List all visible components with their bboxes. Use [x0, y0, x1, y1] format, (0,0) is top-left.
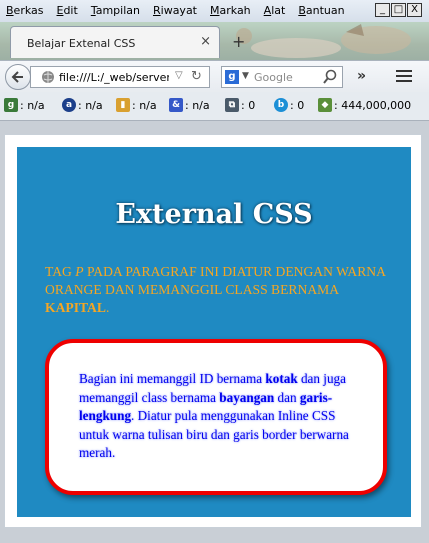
box-id-kotak: kotak: [265, 371, 298, 386]
maximize-button[interactable]: □: [391, 3, 406, 17]
paragraph-text: PADA PARAGRAF INI DIATUR DENGAN WARNA OR…: [45, 264, 386, 297]
menu-bar: Berkas Edit Tampilan Riwayat Markah Alat…: [0, 0, 429, 22]
box-class-bayangan: bayangan: [219, 389, 275, 405]
search-icon[interactable]: [322, 69, 338, 85]
addon-bar: g : n/a a : n/a ▮ : n/a & : n/a ⧉ : 0 b …: [0, 92, 429, 121]
menu-berkas[interactable]: Berkas: [6, 4, 44, 17]
menu-markah[interactable]: Markah: [210, 4, 251, 17]
paragraph-text: TAG: [45, 264, 76, 279]
menu-bantuan[interactable]: Bantuan: [298, 4, 344, 17]
search-input[interactable]: Google: [254, 71, 293, 84]
box-text: Bagian ini memanggil ID bernama: [79, 371, 266, 386]
url-text[interactable]: file:///L:/_web/server2: [59, 71, 169, 84]
rank-icon: ◆: [318, 98, 332, 112]
overflow-chevron-button[interactable]: »: [357, 68, 366, 84]
paragraph-text: .: [105, 300, 110, 315]
addon-stats[interactable]: ▮ : n/a: [116, 98, 157, 112]
addon-backlink[interactable]: ⧉ : 0: [225, 98, 255, 112]
addon-value: : n/a: [20, 98, 45, 112]
alexa-icon: a: [62, 98, 76, 112]
addon-value: : n/a: [132, 98, 157, 112]
tab-close-icon[interactable]: ×: [200, 34, 211, 49]
addon-bing[interactable]: b : 0: [274, 98, 304, 112]
addon-alexa[interactable]: a : n/a: [62, 98, 103, 112]
back-button[interactable]: [5, 64, 31, 90]
menu-edit[interactable]: Edit: [57, 4, 78, 17]
backlink-icon: ⧉: [225, 98, 239, 112]
content-container: External CSS TAG P PADA PARAGRAF INI DIA…: [17, 147, 411, 517]
new-tab-button[interactable]: +: [232, 32, 245, 51]
tab-belajar-css[interactable]: Belajar Extenal CSS ×: [10, 26, 220, 58]
kotak-box: Bagian ini memanggil ID bernama kotak da…: [45, 339, 387, 495]
tab-title: Belajar Extenal CSS: [27, 37, 136, 50]
addon-value: : n/a: [185, 98, 210, 112]
history-dropdown-icon[interactable]: ▽: [175, 70, 183, 81]
addon-value: : 444,000,000: [334, 98, 412, 112]
globe-icon: [42, 71, 54, 83]
paragraph-class-kapital: KAPITAL: [45, 300, 106, 315]
menu-alat[interactable]: Alat: [264, 4, 286, 17]
addon-pagerank[interactable]: g : n/a: [4, 98, 45, 112]
minimize-button[interactable]: _: [375, 3, 390, 17]
engine-dropdown-icon[interactable]: ▼: [242, 71, 249, 81]
hamburger-menu-icon[interactable]: [396, 70, 412, 85]
cat-theme-image: [236, 24, 411, 58]
bing-icon: b: [274, 98, 288, 112]
box-text: dan: [274, 389, 300, 405]
close-window-button[interactable]: X: [407, 3, 422, 17]
url-bar[interactable]: file:///L:/_web/server2 ▽ ↻: [30, 66, 210, 88]
tab-strip: Belajar Extenal CSS × +: [0, 22, 429, 60]
addon-index[interactable]: & : n/a: [169, 98, 210, 112]
addon-value: : 0: [241, 98, 256, 112]
page-heading: External CSS: [115, 199, 313, 230]
search-box[interactable]: g ▼ Google: [221, 66, 343, 88]
pagerank-icon: g: [4, 98, 18, 112]
addon-value: : 0: [290, 98, 305, 112]
page-viewport: External CSS TAG P PADA PARAGRAF INI DIA…: [4, 134, 422, 528]
kotak-text: Bagian ini memanggil ID bernama kotak da…: [79, 370, 363, 463]
addon-rank[interactable]: ◆ : 444,000,000: [318, 98, 411, 112]
addon-value: : n/a: [78, 98, 103, 112]
back-arrow-icon: [11, 71, 23, 83]
index-icon: &: [169, 98, 183, 112]
stats-icon: ▮: [116, 98, 130, 112]
paragraph-tag-p: P: [75, 264, 84, 279]
menu-riwayat[interactable]: Riwayat: [153, 4, 197, 17]
google-engine-icon[interactable]: g: [225, 70, 239, 84]
menu-list: Berkas Edit Tampilan Riwayat Markah Alat…: [6, 4, 345, 17]
navigation-bar: file:///L:/_web/server2 ▽ ↻ g ▼ Google »: [0, 60, 429, 93]
menu-tampilan[interactable]: Tampilan: [91, 4, 140, 17]
reload-icon[interactable]: ↻: [191, 69, 202, 84]
orange-paragraph: TAG P PADA PARAGRAF INI DIATUR DENGAN WA…: [45, 263, 405, 317]
